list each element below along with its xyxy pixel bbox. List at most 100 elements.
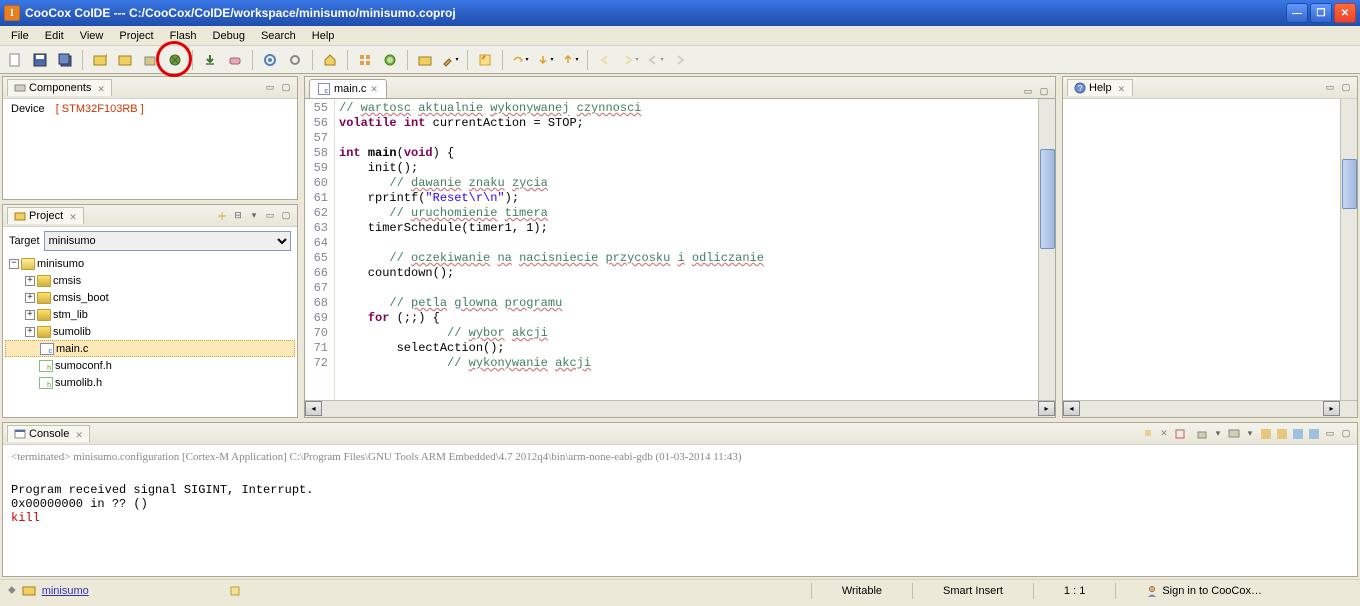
menu-view[interactable]: View: [73, 28, 111, 44]
maximize-panel-icon[interactable]: ▢: [279, 81, 293, 95]
console-opt4-icon[interactable]: [1307, 427, 1321, 441]
nav-back-icon[interactable]: ▾: [644, 49, 666, 71]
target-select[interactable]: minisumo: [44, 231, 291, 251]
status-project-link[interactable]: minisumo: [42, 585, 89, 597]
console-body[interactable]: <terminated> minisumo.configuration [Cor…: [3, 445, 1357, 576]
device-link[interactable]: [ STM32F103RB ]: [56, 103, 144, 115]
step-out-icon[interactable]: ▾: [559, 49, 581, 71]
status-signin[interactable]: Sign in to CooCox…: [1146, 585, 1262, 597]
close-tab-icon[interactable]: ✕: [97, 84, 105, 92]
new-project-icon[interactable]: ✦: [89, 49, 111, 71]
console-remove-icon[interactable]: ✕: [1157, 427, 1171, 441]
maximize-panel-icon[interactable]: ▢: [279, 209, 293, 223]
close-tab-icon[interactable]: ✕: [75, 430, 83, 438]
menu-file[interactable]: File: [4, 28, 36, 44]
highlight-icon[interactable]: [474, 49, 496, 71]
menu-project[interactable]: Project: [112, 28, 160, 44]
new-file-icon[interactable]: [4, 49, 26, 71]
tree-folder[interactable]: + stm_lib: [5, 306, 295, 323]
close-tab-icon[interactable]: ✕: [1118, 84, 1126, 92]
maximize-button[interactable]: ❐: [1310, 3, 1332, 23]
minimize-button[interactable]: —: [1286, 3, 1308, 23]
tree-folder[interactable]: + cmsis: [5, 272, 295, 289]
vertical-scrollbar[interactable]: [1340, 99, 1357, 400]
close-button[interactable]: ✕: [1334, 3, 1356, 23]
components-tab[interactable]: Components ✕: [7, 79, 112, 96]
status-chevron-icon[interactable]: ⬥: [8, 584, 16, 597]
maximize-panel-icon[interactable]: ▢: [1339, 427, 1353, 441]
collapse-all-icon[interactable]: ⊟: [231, 209, 245, 223]
debug-icon[interactable]: [164, 49, 186, 71]
tree-toggle-icon[interactable]: +: [25, 327, 35, 337]
help-tab[interactable]: ? Help ✕: [1067, 79, 1133, 96]
build-icon[interactable]: [139, 49, 161, 71]
console-dropdown-icon[interactable]: ▾: [1243, 427, 1257, 441]
step-over-icon[interactable]: ▾: [509, 49, 531, 71]
close-tab-icon[interactable]: ✕: [370, 84, 378, 95]
scroll-left-icon[interactable]: ◂: [1063, 401, 1080, 416]
close-tab-icon[interactable]: ✕: [69, 212, 77, 220]
console-display-icon[interactable]: [1227, 427, 1241, 441]
minimize-panel-icon[interactable]: ▭: [263, 209, 277, 223]
step-into-icon[interactable]: ▾: [534, 49, 556, 71]
minimize-panel-icon[interactable]: ▭: [1323, 81, 1337, 95]
console-clear-icon[interactable]: [1173, 427, 1187, 441]
console-opt1-icon[interactable]: [1259, 427, 1273, 441]
gear-icon[interactable]: [284, 49, 306, 71]
view-menu-icon[interactable]: ▾: [247, 209, 261, 223]
brush-icon[interactable]: ▾: [439, 49, 461, 71]
editor-tab[interactable]: main.c ✕: [309, 79, 387, 98]
maximize-panel-icon[interactable]: ▢: [1339, 81, 1353, 95]
minimize-panel-icon[interactable]: ▭: [263, 81, 277, 95]
console-opt3-icon[interactable]: [1291, 427, 1305, 441]
horizontal-scrollbar[interactable]: ◂ ▸: [1063, 400, 1357, 417]
tree-file[interactable]: sumoconf.h: [5, 357, 295, 374]
tree-toggle-icon[interactable]: −: [9, 259, 19, 269]
tree-folder[interactable]: + cmsis_boot: [5, 289, 295, 306]
save-all-icon[interactable]: [54, 49, 76, 71]
menu-flash[interactable]: Flash: [163, 28, 204, 44]
menu-help[interactable]: Help: [305, 28, 342, 44]
tree-toggle-icon[interactable]: +: [25, 293, 35, 303]
console-dropdown-icon[interactable]: ▾: [1211, 427, 1225, 441]
folder-open-icon[interactable]: [414, 49, 436, 71]
save-icon[interactable]: [29, 49, 51, 71]
console-tab[interactable]: Console ✕: [7, 425, 90, 442]
tree-folder[interactable]: + sumolib: [5, 323, 295, 340]
nav-forward-icon[interactable]: [669, 49, 691, 71]
scroll-right-icon[interactable]: ▸: [1323, 401, 1340, 416]
editor-body[interactable]: 555657585960616263646566676869707172 // …: [305, 99, 1055, 400]
console-scroll-lock-icon[interactable]: [1195, 427, 1209, 441]
minimize-panel-icon[interactable]: ▭: [1021, 84, 1035, 98]
console-pin-icon[interactable]: [1141, 427, 1155, 441]
back-icon[interactable]: [594, 49, 616, 71]
forward-icon[interactable]: ▾: [619, 49, 641, 71]
maximize-panel-icon[interactable]: ▢: [1037, 84, 1051, 98]
minimize-panel-icon[interactable]: ▭: [1323, 427, 1337, 441]
scrollbar-thumb[interactable]: [1040, 149, 1055, 249]
vertical-scrollbar[interactable]: [1038, 99, 1055, 400]
tree-toggle-icon[interactable]: +: [25, 276, 35, 286]
grid-icon[interactable]: [354, 49, 376, 71]
horizontal-scrollbar[interactable]: ◂ ▸: [305, 400, 1055, 417]
link-editor-icon[interactable]: [215, 209, 229, 223]
status-icon[interactable]: [229, 585, 241, 597]
refresh-icon[interactable]: [379, 49, 401, 71]
open-project-icon[interactable]: [114, 49, 136, 71]
tree-file[interactable]: sumolib.h: [5, 374, 295, 391]
configure-icon[interactable]: [259, 49, 281, 71]
tree-root[interactable]: − minisumo: [5, 255, 295, 272]
download-icon[interactable]: [199, 49, 221, 71]
scroll-left-icon[interactable]: ◂: [305, 401, 322, 416]
scrollbar-thumb[interactable]: [1342, 159, 1357, 209]
erase-icon[interactable]: [224, 49, 246, 71]
menu-search[interactable]: Search: [254, 28, 303, 44]
tree-file-selected[interactable]: main.c: [5, 340, 295, 357]
scroll-right-icon[interactable]: ▸: [1038, 401, 1055, 416]
project-tab[interactable]: Project ✕: [7, 207, 84, 224]
tree-toggle-icon[interactable]: +: [25, 310, 35, 320]
console-opt2-icon[interactable]: [1275, 427, 1289, 441]
menu-edit[interactable]: Edit: [38, 28, 71, 44]
home-icon[interactable]: [319, 49, 341, 71]
menu-debug[interactable]: Debug: [206, 28, 252, 44]
